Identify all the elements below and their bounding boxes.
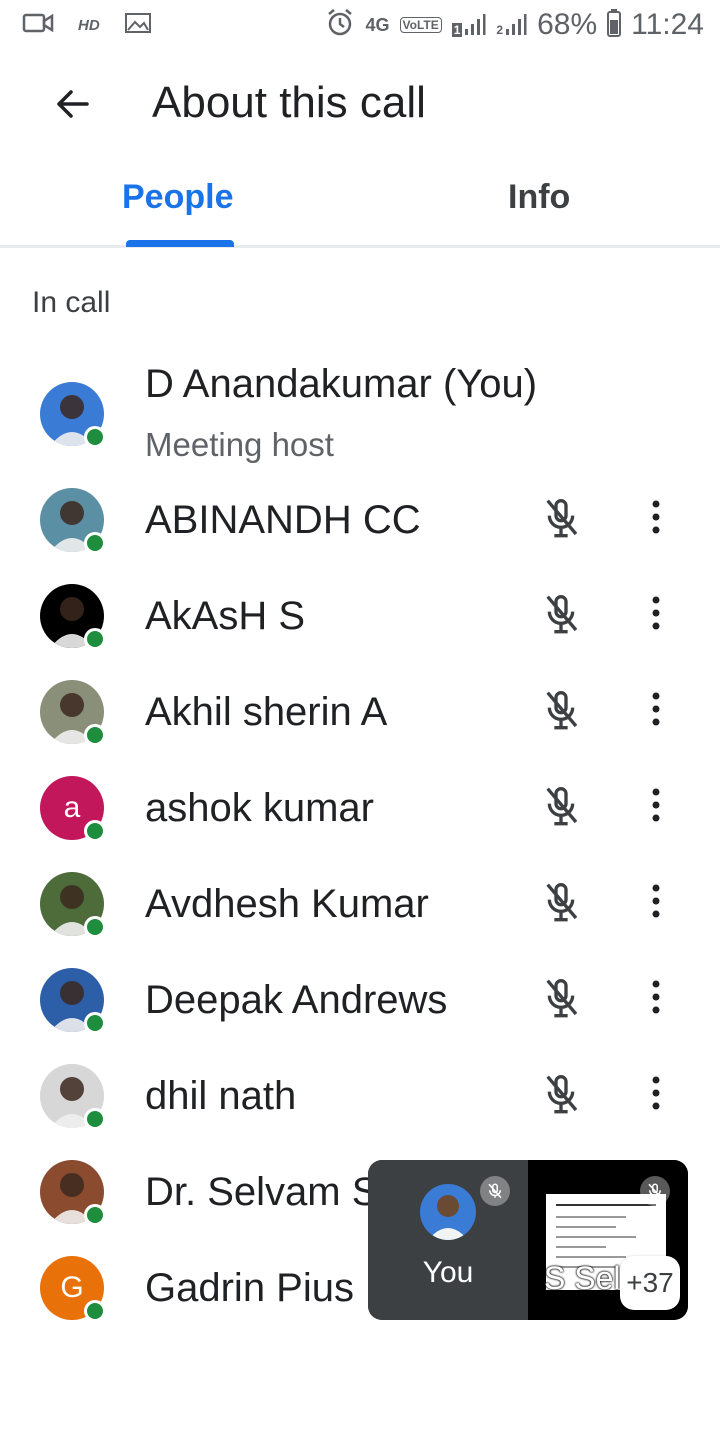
mic-off-icon [534, 780, 588, 834]
avatar [40, 1160, 106, 1226]
more-vert-icon [650, 691, 662, 732]
app-bar: About this call [0, 58, 720, 150]
more-vert-icon [650, 499, 662, 540]
tab-bar: People Info [0, 160, 720, 248]
avatar: G [40, 1256, 106, 1322]
participant-name: Avdhesh Kumar [145, 882, 429, 926]
mic-off-icon [534, 588, 588, 642]
avatar [40, 968, 106, 1034]
presenter-name: S Sel [544, 1260, 621, 1296]
more-options-button[interactable] [630, 780, 682, 834]
participant-row[interactable]: Akhil sherin A [0, 664, 720, 760]
participant-row[interactable]: Avdhesh Kumar [0, 856, 720, 952]
online-indicator [84, 1108, 106, 1130]
volte-badge: VoLTE [399, 17, 442, 33]
online-indicator [84, 628, 106, 650]
arrow-back-icon [57, 90, 89, 118]
participant-name: ashok kumar [145, 786, 374, 830]
participant-name: Akhil sherin A [145, 690, 388, 734]
online-indicator [84, 1300, 106, 1322]
alarm-icon [325, 8, 355, 43]
clock: 11:24 [631, 8, 704, 41]
call-preview-tile[interactable]: You S Sel +37 [368, 1160, 688, 1320]
online-indicator [84, 1204, 106, 1226]
hd-indicator: HD [78, 16, 100, 34]
avatar [40, 680, 106, 746]
avatar [40, 872, 106, 938]
online-indicator [84, 532, 106, 554]
more-options-button[interactable] [630, 492, 682, 546]
participant-name: Dr. Selvam S [145, 1170, 379, 1214]
participant-row[interactable]: D Anandakumar (You) Meeting host [0, 360, 720, 463]
more-vert-icon [650, 979, 662, 1020]
participant-row[interactable]: a ashok kumar [0, 760, 720, 856]
tab-indicator [126, 240, 234, 247]
signal-sim1-icon: 1 [451, 13, 487, 37]
mic-off-icon [534, 876, 588, 930]
avatar [40, 382, 106, 448]
status-bar: HD 4G VoLTE 1 2 68% 11:24 [0, 0, 720, 50]
participant-name: D Anandakumar (You) [145, 362, 538, 406]
online-indicator [84, 820, 106, 842]
battery-percent: 68% [537, 8, 598, 41]
participant-role: Meeting host [145, 426, 334, 463]
more-vert-icon [650, 1075, 662, 1116]
mic-off-icon [534, 684, 588, 738]
mic-off-icon [534, 1068, 588, 1122]
back-button[interactable] [42, 74, 102, 134]
avatar [40, 488, 106, 554]
self-tile[interactable]: You [368, 1160, 528, 1320]
online-indicator [84, 916, 106, 938]
video-camera-icon [22, 11, 54, 40]
page-title: About this call [152, 78, 426, 127]
self-avatar [420, 1184, 476, 1240]
tab-info[interactable]: Info [508, 178, 570, 217]
participant-name: AkAsH S [145, 594, 306, 638]
mic-off-icon [534, 972, 588, 1026]
mic-off-icon [480, 1176, 510, 1206]
avatar: a [40, 776, 106, 842]
participant-name: Gadrin Pius [145, 1266, 354, 1310]
tab-people[interactable]: People [122, 178, 233, 217]
online-indicator [84, 724, 106, 746]
network-type: 4G [365, 14, 390, 35]
more-options-button[interactable] [630, 972, 682, 1026]
mic-off-icon [534, 492, 588, 546]
more-options-button[interactable] [630, 876, 682, 930]
more-options-button[interactable] [630, 588, 682, 642]
participant-name: dhil nath [145, 1074, 297, 1118]
signal-sim2-icon: 2 [496, 13, 527, 37]
participant-name: Deepak Andrews [145, 978, 448, 1022]
avatar [40, 584, 106, 650]
image-icon [124, 12, 152, 39]
participant-row[interactable]: Deepak Andrews [0, 952, 720, 1048]
mic-off-icon [640, 1176, 670, 1206]
more-vert-icon [650, 787, 662, 828]
online-indicator [84, 1012, 106, 1034]
avatar [40, 1064, 106, 1130]
participant-row[interactable]: AkAsH S [0, 568, 720, 664]
more-participants-badge[interactable]: +37 [620, 1256, 680, 1310]
more-vert-icon [650, 595, 662, 636]
participant-row[interactable]: dhil nath [0, 1048, 720, 1144]
online-indicator [84, 426, 106, 448]
section-header: In call [32, 286, 111, 319]
more-vert-icon [650, 883, 662, 924]
self-label: You [422, 1256, 474, 1289]
battery-icon [607, 8, 622, 42]
participant-name: ABINANDH CC [145, 498, 421, 542]
participant-row[interactable]: ABINANDH CC [0, 472, 720, 568]
more-options-button[interactable] [630, 684, 682, 738]
more-options-button[interactable] [630, 1068, 682, 1122]
